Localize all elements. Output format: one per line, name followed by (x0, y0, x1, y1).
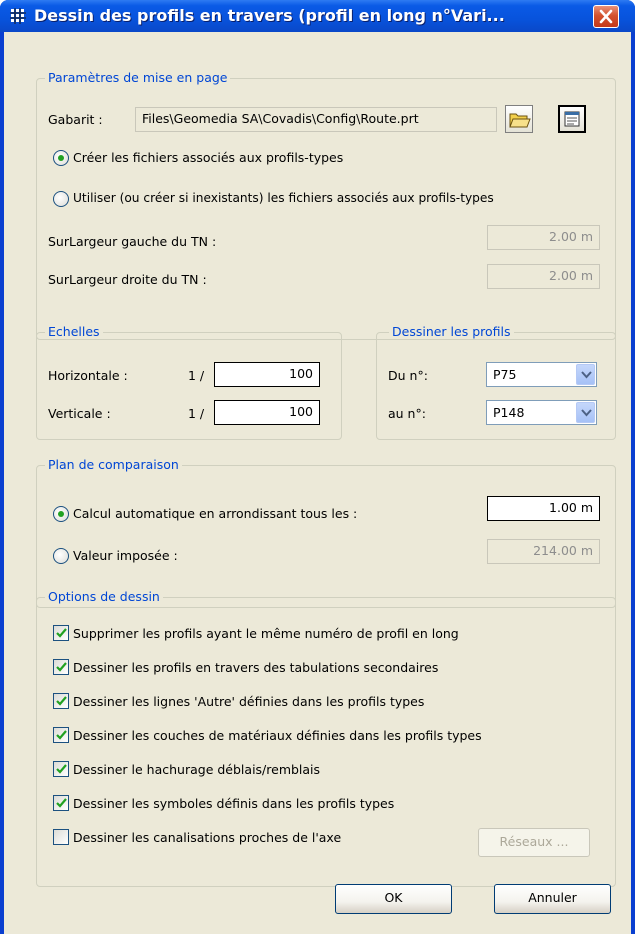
checkbox-canalisations[interactable] (53, 829, 69, 845)
checkbox-tabulations-secondaires[interactable] (53, 659, 69, 675)
surlargeur-gauche-label: SurLargeur gauche du TN : (48, 234, 217, 249)
checkbox-label[interactable]: Dessiner les lignes 'Autre' définies dan… (73, 694, 424, 709)
checkbox-symboles[interactable] (53, 795, 69, 811)
check-mark-icon (56, 798, 67, 808)
surlargeur-droite-label: SurLargeur droite du TN : (48, 272, 207, 287)
group-label-options-dessin: Options de dessin (45, 589, 163, 604)
radio-selected-dot (58, 155, 64, 161)
au-profil-select[interactable]: P148 (486, 400, 597, 425)
horizontale-prefix: 1 / (188, 368, 205, 383)
du-label: Du n°: (388, 368, 428, 383)
checkbox-label[interactable]: Dessiner le hachurage déblais/remblais (73, 762, 320, 777)
surlargeur-gauche-field[interactable]: 2.00 m (487, 225, 600, 250)
verticale-scale-field[interactable]: 100 (214, 400, 320, 425)
check-mark-icon (56, 764, 67, 774)
check-mark-icon (56, 662, 67, 672)
checkbox-label[interactable]: Dessiner les canalisations proches de l'… (73, 830, 341, 845)
gabarit-field[interactable]: Files\Geomedia SA\Covadis\Config\Route.p… (135, 107, 497, 132)
group-plan-comparaison: Plan de comparaison (36, 457, 616, 608)
du-profil-value: P75 (493, 367, 517, 382)
open-folder-icon (509, 113, 531, 128)
horizontale-scale-field[interactable]: 100 (214, 362, 320, 387)
valeur-imposee-field[interactable]: 214.00 m (487, 539, 600, 564)
properties-icon (564, 111, 580, 127)
chevron-down-icon (581, 409, 592, 417)
title-bar[interactable]: Dessin des profils en travers (profil en… (0, 0, 635, 32)
gabarit-label: Gabarit : (48, 112, 103, 127)
checkbox-hachurage[interactable] (53, 761, 69, 777)
dialog-body: Paramètres de mise en page Gabarit : Fil… (4, 32, 631, 934)
verticale-prefix: 1 / (188, 406, 205, 421)
arrondi-field[interactable]: 1.00 m (487, 496, 600, 521)
du-profil-select[interactable]: P75 (486, 362, 597, 387)
au-label: au n°: (388, 406, 426, 421)
radio-valeur-imposee-label[interactable]: Valeur imposée : (73, 548, 178, 563)
checkbox-lignes-autre[interactable] (53, 693, 69, 709)
browse-button[interactable] (505, 105, 533, 133)
horizontale-label: Horizontale : (48, 368, 128, 383)
radio-calcul-auto-label[interactable]: Calcul automatique en arrondissant tous … (73, 506, 357, 521)
checkbox-label[interactable]: Dessiner les couches de matériaux défini… (73, 728, 482, 743)
window-title: Dessin des profils en travers (profil en… (34, 6, 505, 25)
check-mark-icon (56, 696, 67, 706)
cancel-button[interactable]: Annuler (494, 884, 611, 914)
surlargeur-droite-field[interactable]: 2.00 m (487, 264, 600, 289)
check-mark-icon (56, 730, 67, 740)
dropdown-arrow[interactable] (576, 364, 595, 385)
au-profil-value: P148 (493, 405, 525, 420)
edit-gabarit-button[interactable] (558, 105, 586, 133)
verticale-label: Verticale : (48, 406, 111, 421)
chevron-down-icon (581, 371, 592, 379)
checkbox-label[interactable]: Supprimer les profils ayant le même numé… (73, 626, 459, 641)
radio-selected-dot (58, 511, 64, 517)
radio-creer[interactable] (53, 150, 69, 166)
dropdown-arrow[interactable] (576, 402, 595, 423)
checkbox-label[interactable]: Dessiner les symboles définis dans les p… (73, 796, 394, 811)
close-button[interactable] (593, 5, 619, 28)
checkbox-label[interactable]: Dessiner les profils en travers des tabu… (73, 660, 438, 675)
group-label-dessiner-profils: Dessiner les profils (389, 324, 514, 339)
dialog-window: Dessin des profils en travers (profil en… (0, 0, 635, 934)
radio-utiliser-label[interactable]: Utiliser (ou créer si inexistants) les f… (73, 191, 494, 205)
group-label-mise-en-page: Paramètres de mise en page (45, 70, 231, 85)
group-label-echelles: Echelles (45, 324, 103, 339)
grid-app-icon (10, 8, 26, 24)
checkbox-supprimer-profils[interactable] (53, 625, 69, 641)
close-icon (599, 9, 613, 24)
radio-valeur-imposee[interactable] (53, 548, 69, 564)
reseaux-button[interactable]: Réseaux ... (478, 828, 590, 857)
radio-utiliser[interactable] (53, 191, 69, 207)
group-label-plan-comparaison: Plan de comparaison (45, 457, 182, 472)
radio-creer-label[interactable]: Créer les fichiers associés aux profils-… (73, 150, 343, 165)
check-mark-icon (56, 628, 67, 638)
checkbox-couches-materiaux[interactable] (53, 727, 69, 743)
ok-button[interactable]: OK (335, 884, 452, 914)
radio-calcul-auto[interactable] (53, 506, 69, 522)
